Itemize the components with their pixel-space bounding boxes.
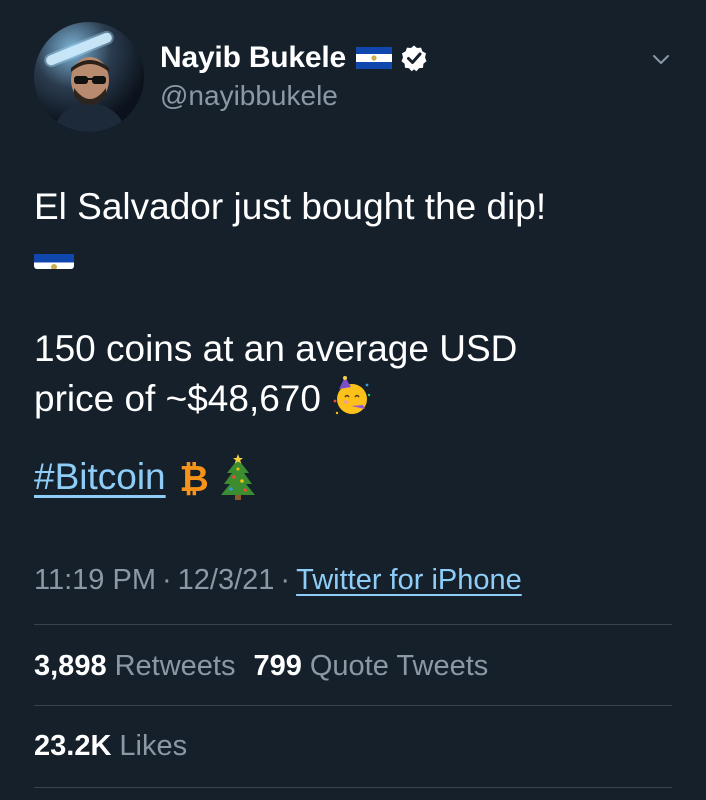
verified-badge-icon bbox=[400, 44, 428, 72]
likes-stat[interactable]: 23.2K Likes bbox=[34, 730, 187, 763]
retweets-count: 3,898 bbox=[34, 649, 107, 682]
engagement-stats: 3,898 Retweets 799 Quote Tweets bbox=[34, 646, 488, 686]
quote-tweets-count: 799 bbox=[253, 649, 302, 682]
divider bbox=[34, 624, 672, 625]
tweet-line-price: price of ~$48,670 bbox=[34, 374, 674, 424]
avatar[interactable] bbox=[34, 22, 144, 132]
tweet-hashtag-line: #Bitcoin ₿ bbox=[34, 452, 674, 502]
partying-face-icon bbox=[329, 375, 373, 419]
retweets-label: Retweets bbox=[114, 649, 236, 682]
tweet-time[interactable]: 11:19 PM bbox=[34, 564, 156, 597]
tweet-date[interactable]: 12/3/21 bbox=[178, 564, 275, 597]
name-row: Nayib Bukele bbox=[160, 38, 428, 78]
christmas-tree-icon bbox=[218, 453, 258, 501]
author-handle[interactable]: @nayibbukele bbox=[160, 80, 338, 112]
display-name[interactable]: Nayib Bukele bbox=[160, 41, 346, 75]
likes-row: 23.2K Likes bbox=[34, 726, 187, 766]
el-salvador-flag-icon bbox=[356, 47, 393, 69]
svg-text:₿: ₿ bbox=[179, 459, 208, 499]
tweet-line: El Salvador just bought the dip! bbox=[34, 186, 547, 227]
quote-tweets-label: Quote Tweets bbox=[309, 649, 489, 682]
tweet-flag-line bbox=[34, 232, 674, 280]
el-salvador-flag-icon bbox=[34, 243, 74, 269]
quote-tweets-stat[interactable]: 799 Quote Tweets bbox=[253, 650, 488, 683]
meta-separator: · bbox=[280, 563, 291, 596]
retweets-stat[interactable]: 3,898 Retweets bbox=[34, 650, 235, 683]
chevron-down-icon[interactable] bbox=[650, 48, 672, 70]
tweet-price-text: price of ~$48,670 bbox=[34, 378, 321, 419]
tweet-header: Nayib Bukele @nayibbukele bbox=[0, 0, 706, 150]
divider bbox=[34, 787, 672, 788]
bitcoin-icon: ₿ bbox=[176, 455, 212, 500]
meta-separator: · bbox=[161, 563, 172, 596]
tweet-line: 150 coins at an average USD bbox=[34, 328, 518, 369]
likes-label: Likes bbox=[119, 729, 188, 762]
divider bbox=[34, 705, 672, 706]
tweet-body: El Salvador just bought the dip! 150 coi… bbox=[34, 182, 674, 502]
hashtag-link[interactable]: #Bitcoin bbox=[34, 452, 166, 502]
likes-count: 23.2K bbox=[34, 729, 112, 762]
tweet-meta: 11:19 PM · 12/3/21 · Twitter for iPhone bbox=[34, 560, 522, 600]
source-link[interactable]: Twitter for iPhone bbox=[296, 564, 522, 597]
